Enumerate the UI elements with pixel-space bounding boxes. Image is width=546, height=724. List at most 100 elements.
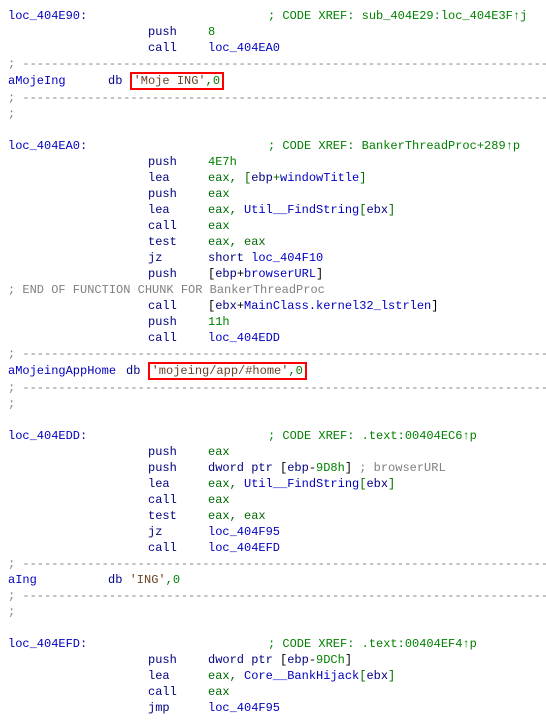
instr-line: pushdword ptr [ebp-9DCh] [8, 652, 538, 668]
instr-line: testeax, eax [8, 234, 538, 250]
operand: eax, Util__FindString[ebx] [208, 203, 395, 217]
mnemonic: push [148, 652, 208, 668]
separator: ; --------------------------------------… [8, 380, 538, 396]
mnemonic: call [148, 492, 208, 508]
mnemonic: push [148, 460, 208, 476]
instr-line: push[ebp+browserURL] [8, 266, 538, 282]
operand: eax [208, 187, 230, 201]
separator: ; --------------------------------------… [8, 588, 538, 604]
operand: eax [208, 445, 230, 459]
label: loc_404E90: [8, 8, 148, 24]
operand: eax, [ebp+windowTitle] [208, 171, 366, 185]
mnemonic: call [148, 218, 208, 234]
operand: loc_404F95 [208, 701, 280, 715]
operand: loc_404EA0 [208, 41, 280, 55]
instr-line: jzloc_404F95 [8, 524, 538, 540]
symbol-label: aMojeIng [8, 73, 108, 89]
instr-line: pushdword ptr [ebp-9D8h] ; browserURL [8, 460, 538, 476]
instr-line: push11h [8, 314, 538, 330]
instr-line: pusheax [8, 444, 538, 460]
operand: [ebp+browserURL] [208, 267, 323, 281]
db-directive: db [108, 74, 122, 88]
separator: ; --------------------------------------… [8, 346, 538, 362]
mnemonic: jmp [148, 700, 208, 716]
mnemonic: call [148, 540, 208, 556]
operand: dword ptr [ebp-9D8h] ; browserURL [208, 461, 446, 475]
mnemonic: jz [148, 250, 208, 266]
mnemonic: call [148, 40, 208, 56]
mnemonic: lea [148, 476, 208, 492]
instr-line: callloc_404EA0 [8, 40, 538, 56]
label-line: loc_404EFD: ; CODE XREF: .text:00404EF4↑p [8, 636, 538, 652]
operand: 11h [208, 315, 230, 329]
mnemonic: test [148, 508, 208, 524]
instr-line: push8 [8, 24, 538, 40]
mnemonic: call [148, 298, 208, 314]
instr-line: leaeax, Core__BankHijack[ebx] [8, 668, 538, 684]
data-line: aMojeIngdb 'Moje ING',0 [8, 72, 538, 90]
xref-comment: ; CODE XREF: .text:00404EC6↑p [268, 429, 477, 443]
data-line: aIngdb 'ING',0 [8, 572, 538, 588]
mnemonic: push [148, 314, 208, 330]
label: loc_404EDD: [8, 428, 148, 444]
mnemonic: lea [148, 668, 208, 684]
operand: loc_404F95 [208, 525, 280, 539]
mnemonic: lea [148, 170, 208, 186]
instr-line: callloc_404EDD [8, 330, 538, 346]
mnemonic: push [148, 24, 208, 40]
instr-line: calleax [8, 218, 538, 234]
comment-blank: ; [8, 604, 538, 620]
separator: ; --------------------------------------… [8, 90, 538, 106]
mnemonic: push [148, 444, 208, 460]
instr-line: leaeax, [ebp+windowTitle] [8, 170, 538, 186]
xref-comment: ; CODE XREF: .text:00404EF4↑p [268, 637, 477, 651]
mnemonic: push [148, 186, 208, 202]
operand: loc_404EDD [208, 331, 280, 345]
label: loc_404EA0: [8, 138, 148, 154]
disassembly-listing: loc_404E90: ; CODE XREF: sub_404E29:loc_4… [8, 8, 538, 716]
instr-line: call[ebx+MainClass.kernel32_lstrlen] [8, 298, 538, 314]
operand: eax [208, 219, 230, 233]
instr-line: calleax [8, 492, 538, 508]
comment-blank: ; [8, 106, 538, 122]
mnemonic: call [148, 684, 208, 700]
mnemonic: push [148, 266, 208, 282]
instr-line: leaeax, Util__FindString[ebx] [8, 476, 538, 492]
label-line: loc_404EA0: ; CODE XREF: BankerThreadProc… [8, 138, 538, 154]
instr-line: push4E7h [8, 154, 538, 170]
instr-line: jzshort loc_404F10 [8, 250, 538, 266]
operand: eax, eax [208, 235, 266, 249]
instr-line: testeax, eax [8, 508, 538, 524]
label: loc_404EFD: [8, 636, 148, 652]
instr-line: pusheax [8, 186, 538, 202]
operand: eax [208, 493, 230, 507]
label-line: loc_404EDD: ; CODE XREF: .text:00404EC6↑p [8, 428, 538, 444]
highlighted-string: 'Moje ING',0 [130, 72, 224, 90]
operand: 4E7h [208, 155, 237, 169]
operand: eax, Util__FindString[ebx] [208, 477, 395, 491]
symbol-label: aMojeingAppHome [8, 363, 126, 379]
instr-line: jmploc_404F95 [8, 700, 538, 716]
end-chunk-comment: ; END OF FUNCTION CHUNK FOR BankerThread… [8, 282, 538, 298]
instr-line: leaeax, Util__FindString[ebx] [8, 202, 538, 218]
xref-comment: ; CODE XREF: sub_404E29:loc_404E3F↑j [268, 9, 527, 23]
operand: short loc_404F10 [208, 251, 323, 265]
highlighted-string: 'mojeing/app/#home',0 [148, 362, 307, 380]
xref-comment: ; CODE XREF: BankerThreadProc+289↑p [268, 139, 520, 153]
db-directive: db [108, 573, 122, 587]
operand: loc_404EFD [208, 541, 280, 555]
separator: ; --------------------------------------… [8, 56, 538, 72]
operand: eax, Core__BankHijack[ebx] [208, 669, 395, 683]
instr-line: calleax [8, 684, 538, 700]
operand: eax, eax [208, 509, 266, 523]
operand: dword ptr [ebp-9DCh] [208, 653, 352, 667]
label-line: loc_404E90: ; CODE XREF: sub_404E29:loc_4… [8, 8, 538, 24]
symbol-label: aIng [8, 572, 108, 588]
mnemonic: push [148, 154, 208, 170]
separator: ; --------------------------------------… [8, 556, 538, 572]
db-directive: db [126, 364, 140, 378]
data-line: aMojeingAppHomedb 'mojeing/app/#home',0 [8, 362, 538, 380]
operand: [ebx+MainClass.kernel32_lstrlen] [208, 299, 438, 313]
mnemonic: jz [148, 524, 208, 540]
string-literal: 'ING' [130, 573, 166, 587]
